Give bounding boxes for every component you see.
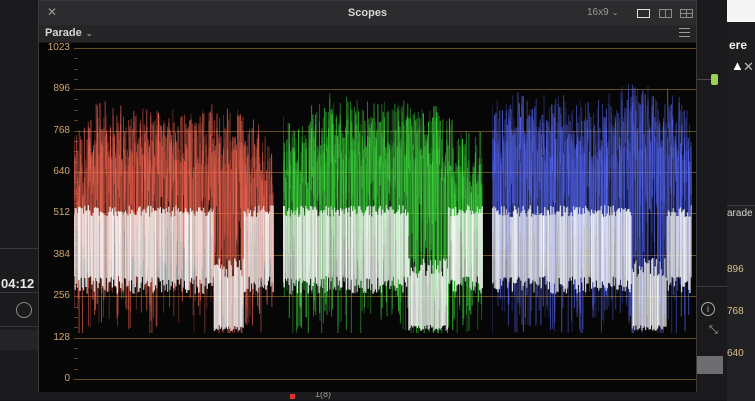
secondary-scope-mode: arade: [727, 208, 753, 219]
window-titlebar[interactable]: ✕ Scopes 16x9⌄: [39, 1, 696, 26]
chevron-down-icon: ⌄: [612, 8, 619, 17]
settings-icon[interactable]: [679, 28, 690, 38]
close-icon[interactable]: ✕: [743, 59, 754, 75]
y-tick-label: 256: [39, 290, 70, 301]
pointer-tool-icon[interactable]: ▲: [731, 58, 744, 73]
timecode-display: 04:12: [1, 276, 34, 291]
record-indicator: [290, 394, 295, 399]
green-channel-trace: [283, 43, 483, 392]
blue-channel-trace: [492, 43, 692, 392]
y-tick-label: 768: [39, 125, 70, 136]
slider-handle[interactable]: [711, 74, 718, 85]
y-tick-label: 384: [39, 249, 70, 260]
right-background-panel: ere ▲ ✕ i ⤡ arade 896 768 640: [697, 0, 755, 400]
secondary-scope-panel: [727, 205, 755, 401]
info-icon[interactable]: i: [701, 302, 715, 316]
y-tick-label: 896: [39, 83, 70, 94]
y-tick-label: 128: [39, 332, 70, 343]
chevron-down-icon: ⌄: [86, 29, 93, 38]
right-header-block: [727, 0, 755, 22]
aspect-ratio-label: 16x9: [587, 7, 609, 18]
split-view-icon[interactable]: [659, 9, 672, 18]
y-tick-label: 640: [39, 166, 70, 177]
target-icon[interactable]: [16, 302, 32, 318]
quad-view-icon[interactable]: [680, 9, 693, 18]
left-background-panel: 04:12: [0, 0, 40, 400]
scopes-window: ✕ Scopes 16x9⌄ Parade ⌄ 1023 896 768 640 512 3…: [38, 0, 697, 392]
y-tick-label: 1023: [39, 42, 70, 53]
parade-scope-display: 1023 896 768 640 512 384 256 128 0: [39, 43, 696, 392]
scope-toolbar: Parade ⌄: [39, 25, 696, 43]
secondary-tick-label: 768: [727, 306, 744, 317]
y-tick-label: 0: [39, 373, 70, 384]
single-view-icon[interactable]: [637, 9, 650, 18]
gray-block: [697, 356, 723, 374]
left-toolbar-strip: [0, 330, 40, 350]
scope-mode-dropdown[interactable]: Parade ⌄: [45, 27, 92, 39]
secondary-tick-label: 896: [727, 264, 744, 275]
scope-mode-label: Parade: [45, 27, 82, 39]
expand-icon[interactable]: ⤡: [709, 324, 718, 337]
secondary-tick-label: 640: [727, 348, 744, 359]
aspect-ratio-dropdown[interactable]: 16x9⌄: [587, 7, 618, 18]
red-channel-trace: [74, 43, 274, 392]
y-tick-label: 512: [39, 207, 70, 218]
bottom-background-strip: 1(8): [40, 392, 697, 400]
right-panel-title: ere: [729, 38, 747, 52]
